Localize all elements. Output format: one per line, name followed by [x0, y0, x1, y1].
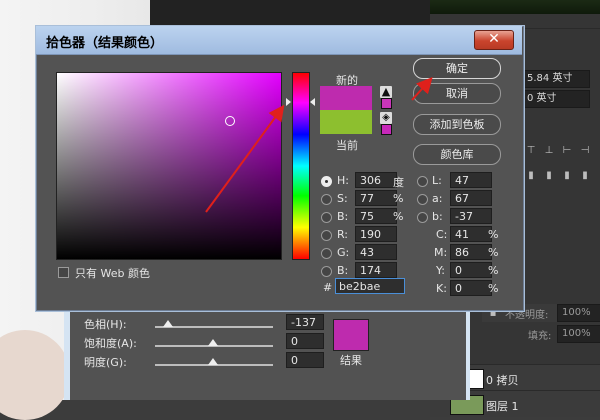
layer-name: 图层 1 [486, 400, 519, 413]
arrow-to-ok-button [411, 77, 433, 101]
annotation-arrows [205, 77, 433, 213]
arrow-to-hue-slider [205, 104, 285, 213]
